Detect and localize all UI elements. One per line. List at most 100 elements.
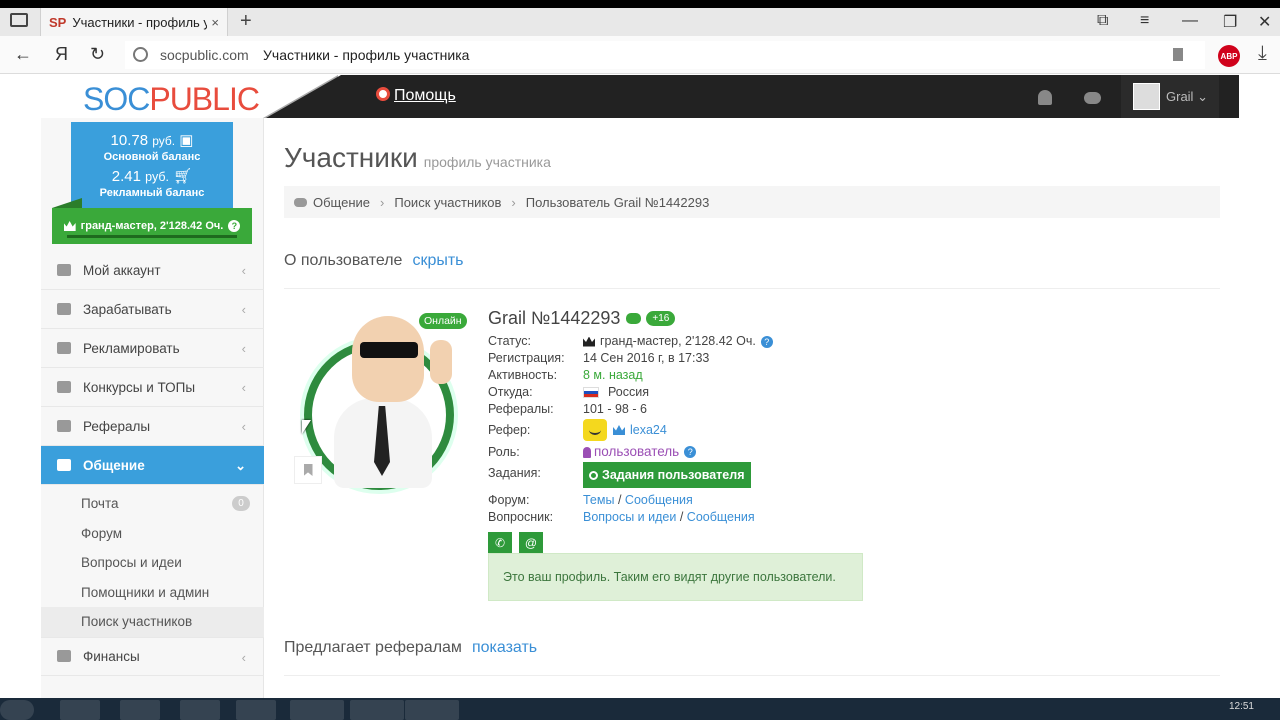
help-link[interactable]: Помощь <box>376 87 456 105</box>
lifebuoy-icon <box>376 87 390 101</box>
chat-icon[interactable] <box>626 313 642 324</box>
new-tab-button[interactable]: + <box>240 10 252 33</box>
user-menu[interactable]: Grail ⌄ <box>1121 75 1219 118</box>
at-icon: @ <box>524 536 538 550</box>
question-icon[interactable]: ? <box>684 446 697 458</box>
sidebar-menu: Мой аккаунт ‹ Зарабатывать ‹ Рекламировать… <box>41 251 271 676</box>
referer-link[interactable]: lexa24 <box>630 418 667 442</box>
address-bar: ← Я ↻ socpublic.com Участники - профиль … <box>0 36 1280 74</box>
url-page-title: Участники - профиль участника <box>263 47 470 63</box>
russia-flag-icon <box>583 387 599 398</box>
sidebar-item-contests[interactable]: Конкурсы и ТОПы ‹ <box>41 368 264 407</box>
taskbar-app[interactable] <box>290 700 344 720</box>
submenu-forum[interactable]: Форум <box>41 519 264 549</box>
taskbar-app[interactable] <box>350 700 404 720</box>
briefcase-icon <box>57 303 71 315</box>
window-close-icon[interactable]: ✕ <box>1258 12 1271 32</box>
sidebar: 10.78 руб. ▣ Основной баланс 2.41 руб. 🛒… <box>41 118 271 698</box>
plus-badge: +16 <box>646 311 676 326</box>
email-button[interactable]: @ <box>519 532 543 554</box>
chevron-left-icon: ‹ <box>241 380 246 395</box>
taskbar-app[interactable] <box>180 700 220 720</box>
start-button[interactable] <box>0 700 34 720</box>
bell-icon[interactable] <box>1038 90 1052 105</box>
tabs-overview-icon[interactable] <box>10 13 28 27</box>
phone-icon: ✆ <box>494 536 506 550</box>
main-content: Участники профиль участника Общение › Пои… <box>264 118 1240 698</box>
profile-picture <box>300 316 458 494</box>
submenu-mail[interactable]: Почта 0 <box>41 489 264 519</box>
breadcrumb-item[interactable]: Поиск участников <box>394 195 501 210</box>
menu-icon[interactable]: ≡ <box>1140 12 1149 30</box>
about-section-title: О пользователе скрыть <box>284 252 464 269</box>
header-username: Grail ⌄ <box>1166 89 1208 104</box>
submenu-search-members[interactable]: Поиск участников <box>41 607 264 637</box>
show-link[interactable]: показать <box>472 639 537 656</box>
tab-close-icon[interactable]: × <box>211 15 219 30</box>
taskbar-app[interactable] <box>120 700 160 720</box>
crown-icon <box>613 425 625 435</box>
crown-icon <box>63 221 76 231</box>
browser-tab-bar: SP Участники - профиль уч × + ⧉ ≡ — ❐ ✕ <box>0 8 1280 36</box>
sidebar-item-earn[interactable]: Зарабатывать ‹ <box>41 290 264 329</box>
comments-icon <box>294 197 307 207</box>
sidebar-item-finance[interactable]: Финансы ‹ <box>41 636 264 676</box>
question-icon[interactable]: ? <box>760 335 773 348</box>
submenu-questions[interactable]: Вопросы и идеи <box>41 548 264 578</box>
chevron-left-icon: ‹ <box>241 419 246 434</box>
collections-icon[interactable]: ⧉ <box>1097 12 1108 30</box>
bookmark-icon[interactable] <box>1173 48 1183 61</box>
qa-messages-link[interactable]: Сообщения <box>687 509 755 526</box>
mail-count-badge: 0 <box>232 496 250 511</box>
chat-icon[interactable] <box>1084 92 1101 104</box>
forum-themes-link[interactable]: Темы <box>583 492 614 509</box>
browser-tab[interactable]: SP Участники - профиль уч × <box>40 8 228 36</box>
site-logo[interactable]: SOCPUBLIC <box>83 81 260 118</box>
communication-submenu: Почта 0 Форум Вопросы и идеи Помощники и … <box>41 485 264 637</box>
ad-balance-label: Рекламный баланс <box>99 187 205 199</box>
hide-link[interactable]: скрыть <box>412 252 463 269</box>
sidebar-item-account[interactable]: Мой аккаунт ‹ <box>41 251 264 290</box>
sidebar-item-referrals[interactable]: Рефералы ‹ <box>41 407 264 446</box>
page-title: Участники профиль участника <box>284 142 551 173</box>
chevron-left-icon: ‹ <box>241 649 246 665</box>
cart-icon: 🛒︎ <box>173 168 193 185</box>
breadcrumb-current: Пользователь Grail №1442293 <box>525 194 710 210</box>
back-arrow-icon[interactable]: ← <box>14 44 32 65</box>
chevron-down-icon: ⌄ <box>235 458 246 473</box>
adblock-icon[interactable]: ABP <box>1218 45 1240 67</box>
restore-icon[interactable]: ❐ <box>1223 12 1237 32</box>
qa-ideas-link[interactable]: Вопросы и идеи <box>583 509 676 526</box>
sidebar-item-communication[interactable]: Общение ⌄ <box>41 446 271 485</box>
sidebar-item-advertise[interactable]: Рекламировать ‹ <box>41 329 264 368</box>
comments-icon <box>57 459 71 471</box>
rank-box[interactable]: гранд-мастер, 2'128.42 Оч. ? <box>52 198 252 244</box>
yandex-logo-icon[interactable]: Я <box>55 44 68 65</box>
download-icon[interactable]: ⤓ <box>1258 42 1267 65</box>
chevron-left-icon: ‹ <box>241 302 246 317</box>
user-tasks-button[interactable]: Задания пользователя <box>583 462 751 488</box>
taskbar-app[interactable] <box>60 700 100 720</box>
own-profile-notice: Это ваш профиль. Таким его видят другие … <box>488 553 863 601</box>
phone-button[interactable]: ✆ <box>488 532 512 554</box>
taskbar-app[interactable] <box>405 700 459 720</box>
balance-box[interactable]: 10.78 руб. ▣ Основной баланс 2.41 руб. 🛒… <box>71 122 233 208</box>
breadcrumb-item[interactable]: Общение <box>313 195 370 210</box>
globe-icon <box>133 47 148 62</box>
users-icon <box>57 420 71 432</box>
offers-section-title: Предлагает рефералам показать <box>284 639 538 656</box>
url-field[interactable]: socpublic.com Участники - профиль участн… <box>125 41 1205 69</box>
bookmark-button[interactable] <box>294 456 322 484</box>
reload-icon[interactable]: ↻ <box>90 44 105 65</box>
submenu-helpers[interactable]: Помощники и админ <box>41 578 264 608</box>
chevron-left-icon: ‹ <box>241 341 246 356</box>
question-icon[interactable]: ? <box>228 220 241 232</box>
contact-buttons: ✆ @ <box>488 532 948 554</box>
minimize-icon[interactable]: — <box>1182 12 1198 30</box>
search-icon <box>589 470 598 480</box>
taskbar-app[interactable] <box>236 700 276 720</box>
profile-name: Grail №1442293 +16 <box>488 308 948 329</box>
user-icon <box>583 446 591 458</box>
forum-messages-link[interactable]: Сообщения <box>625 492 693 509</box>
referer-avatar <box>583 419 607 441</box>
